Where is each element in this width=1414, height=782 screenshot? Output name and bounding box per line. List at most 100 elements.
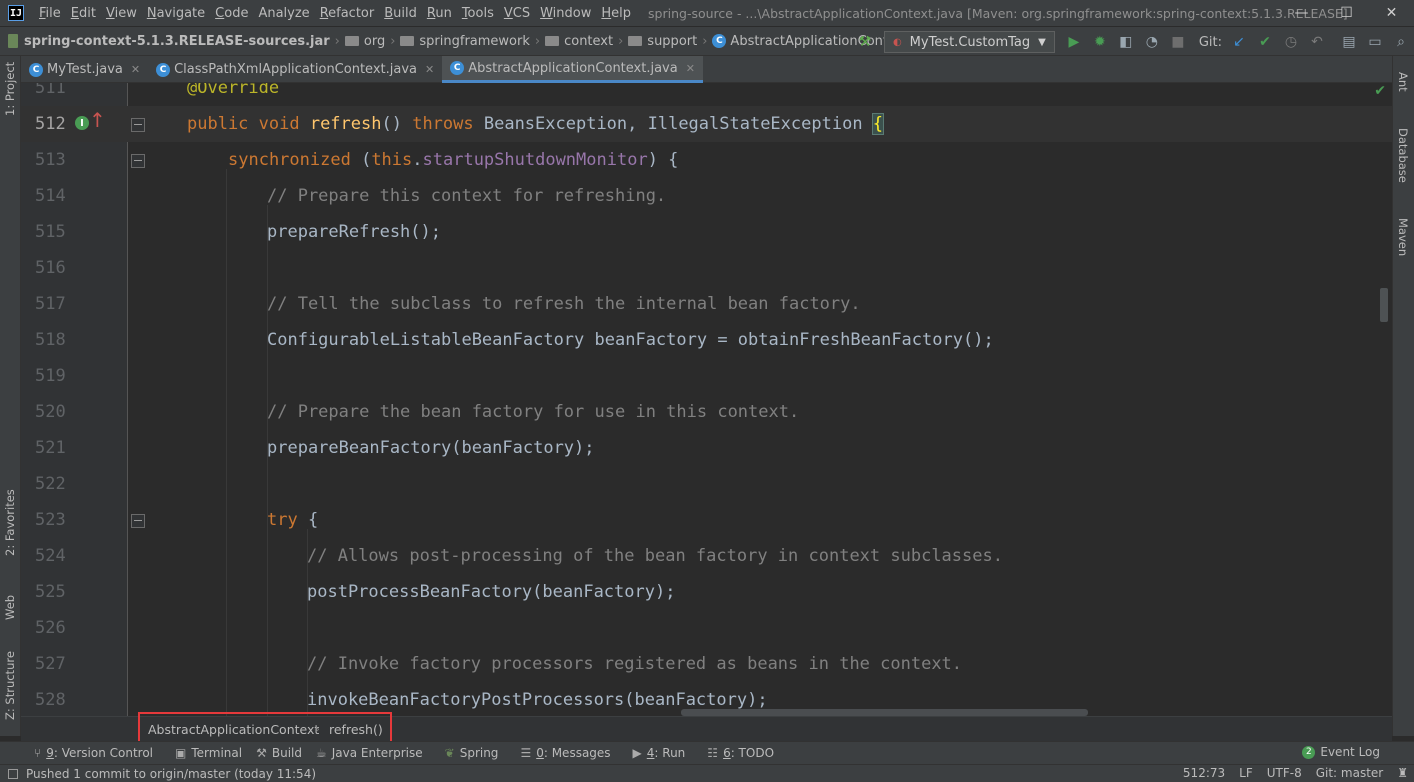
spring-button[interactable]: ❦ Spring: [445, 746, 499, 760]
menu-navigate[interactable]: Navigate: [142, 6, 210, 21]
project-tool-button[interactable]: 1: Project: [3, 62, 17, 116]
git-update-icon[interactable]: ↙: [1228, 31, 1250, 53]
breadcrumb-method[interactable]: refresh(): [329, 722, 383, 737]
git-revert-icon[interactable]: ↶: [1306, 31, 1328, 53]
tab-mytest[interactable]: C MyTest.java ✕: [21, 56, 148, 83]
folder-icon: [545, 36, 560, 46]
profile-icon[interactable]: ◔: [1141, 31, 1163, 53]
menu-mnemonic: E: [70, 5, 79, 21]
nav-crumb-org[interactable]: › org: [330, 34, 386, 49]
menu-file[interactable]: File: [34, 6, 66, 21]
left-tool-strip: 1: Project 2: Favorites Web Z: Structure: [0, 56, 21, 736]
menu-help[interactable]: Help: [596, 6, 636, 21]
menu-edit[interactable]: Edit: [66, 6, 101, 21]
chevron-right-icon: ›: [334, 33, 340, 49]
chevron-down-icon: ▼: [1038, 36, 1046, 48]
run-icon[interactable]: ▶: [1063, 31, 1085, 53]
main-menu: File Edit View Navigate Code Analyze Refactor B…: [34, 6, 636, 21]
line-number: 524: [35, 546, 66, 566]
menu-build[interactable]: Build: [379, 6, 422, 21]
nav-crumb-context[interactable]: › context: [530, 34, 613, 49]
close-icon[interactable]: ✕: [686, 62, 695, 75]
menu-view[interactable]: View: [101, 6, 142, 21]
tool-mnemonic: 9: [46, 746, 54, 760]
tab-abstractapplicationcontext[interactable]: C AbstractApplicationContext.java ✕: [442, 56, 703, 83]
matched-brace: {: [871, 113, 885, 135]
menu-window[interactable]: Window: [535, 6, 596, 21]
messages-button[interactable]: ☰ 0: Messages: [520, 746, 610, 760]
menu-refactor[interactable]: Refactor: [315, 6, 380, 21]
git-label: Git:: [1198, 34, 1222, 50]
editor-tabs: C MyTest.java ✕ C ClassPathXmlApplicationCo…: [21, 56, 1392, 83]
code-line: 519: [21, 358, 1392, 394]
menu-mnemonic: N: [146, 5, 157, 21]
code-comment: // Allows post-processing of the bean fa…: [307, 546, 1003, 566]
line-number: 513: [35, 150, 66, 170]
menu-label: efactor: [328, 5, 375, 21]
menu-analyze[interactable]: Analyze: [253, 6, 314, 21]
breadcrumb-class[interactable]: AbstractApplicationContext: [148, 722, 319, 737]
run-configuration-select[interactable]: ◐ MyTest.CustomTag ▼: [883, 31, 1055, 53]
fold-icon[interactable]: [131, 514, 145, 528]
project-structure-icon[interactable]: ▤: [1338, 31, 1360, 53]
menu-tools[interactable]: Tools: [457, 6, 499, 21]
maven-tool-button[interactable]: Maven: [1396, 218, 1410, 256]
event-log-button[interactable]: 2 Event Log: [1302, 745, 1380, 759]
tab-classpathxml[interactable]: C ClassPathXmlApplicationContext.java ✕: [148, 56, 442, 83]
tab-label: AbstractApplicationContext.java: [468, 60, 678, 76]
menu-vcs[interactable]: VCS: [499, 6, 535, 21]
code-editor[interactable]: ✔ 511 @Override 512 I ↑ public void refr…: [21, 83, 1392, 716]
horizontal-scrollbar[interactable]: [681, 709, 1088, 716]
git-history-icon[interactable]: ◷: [1280, 31, 1302, 53]
fold-icon[interactable]: [131, 154, 145, 168]
status-widgets: 512:73 LF UTF-8 Git: master ♜: [1169, 766, 1408, 780]
close-icon[interactable]: ✕: [131, 63, 140, 76]
chevron-right-icon: ›: [618, 33, 624, 49]
menu-label: dit: [79, 5, 96, 21]
search-icon[interactable]: ⌕: [1390, 31, 1412, 53]
web-tool-label: Web: [3, 594, 17, 620]
code-text: public void refresh() throws BeansExcept…: [187, 106, 885, 142]
menu-code[interactable]: Code: [210, 6, 253, 21]
terminal-button[interactable]: ▣ Terminal: [175, 746, 242, 760]
editor-breadcrumbs: AbstractApplicationContext › refresh(): [21, 712, 1392, 747]
maximize-button[interactable]: ☐: [1324, 0, 1369, 26]
ant-tool-button[interactable]: Ant: [1396, 72, 1410, 92]
database-tool-button[interactable]: Database: [1396, 128, 1410, 183]
status-message[interactable]: Pushed 1 commit to origin/master (today …: [8, 767, 316, 781]
fold-icon[interactable]: [131, 118, 145, 132]
version-control-button[interactable]: ⑂ 9: Version Control: [34, 746, 153, 760]
file-encoding[interactable]: UTF-8: [1267, 766, 1302, 780]
build-hammer-icon[interactable]: ⚒: [854, 31, 876, 53]
todo-button[interactable]: ☷ 6: TODO: [707, 746, 774, 760]
git-branch[interactable]: Git: master: [1316, 766, 1384, 780]
code-line: 524 // Allows post-processing of the bea…: [21, 538, 1392, 574]
vertical-scrollbar[interactable]: [1380, 288, 1388, 322]
code-keyword: synchronized: [228, 150, 362, 170]
line-separator[interactable]: LF: [1239, 766, 1253, 780]
toggle-tool-windows-icon[interactable]: [8, 768, 18, 779]
terminal-icon[interactable]: ▭: [1364, 31, 1386, 53]
override-arrow-icon[interactable]: ↑: [89, 110, 106, 130]
favorites-tool-button[interactable]: 2: Favorites: [3, 489, 17, 556]
coverage-icon[interactable]: ◧: [1115, 31, 1137, 53]
nav-crumb-jar[interactable]: spring-context-5.1.3.RELEASE-sources.jar: [8, 34, 330, 49]
debug-icon[interactable]: ✹: [1089, 31, 1111, 53]
close-icon[interactable]: ✕: [425, 63, 434, 76]
nav-crumb-springframework[interactable]: › springframework: [385, 34, 530, 49]
structure-tool-button[interactable]: Z: Structure: [3, 651, 17, 720]
run-button[interactable]: ▶ 4: Run: [633, 746, 686, 760]
caret-position[interactable]: 512:73: [1183, 766, 1225, 780]
minimize-button[interactable]: —: [1279, 0, 1324, 26]
web-tool-button[interactable]: Web: [3, 595, 17, 620]
java-enterprise-button[interactable]: ☕ Java Enterprise: [316, 746, 423, 760]
menu-run[interactable]: Run: [422, 6, 457, 21]
stop-icon[interactable]: ■: [1167, 31, 1189, 53]
close-window-button[interactable]: ✕: [1369, 0, 1414, 26]
inspector-icon[interactable]: ♜: [1397, 766, 1408, 780]
implements-method-icon[interactable]: I: [75, 116, 89, 130]
build-button[interactable]: ⚒ Build: [256, 746, 302, 760]
git-commit-icon[interactable]: ✔: [1254, 31, 1276, 53]
window-controls: — ☐ ✕: [1279, 0, 1414, 26]
nav-crumb-support[interactable]: › support: [613, 34, 697, 49]
